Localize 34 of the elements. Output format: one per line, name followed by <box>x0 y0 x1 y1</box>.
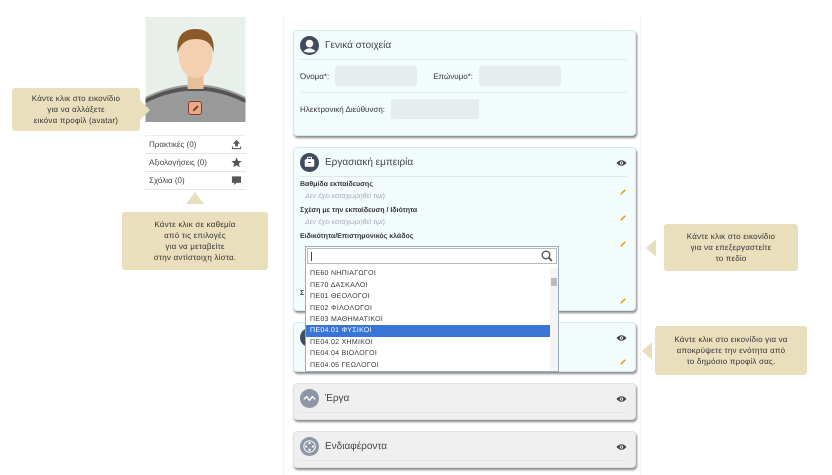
pencil-edit-button[interactable] <box>188 101 202 115</box>
star-icon <box>231 157 242 168</box>
search-field[interactable] <box>307 248 557 264</box>
eye-visibility-icon[interactable] <box>616 334 627 342</box>
tooltip-callout: Κάντε κλικ στο εικονίδιο για να αλλάξετε εικόνα προφίλ (avatar) <box>12 88 140 131</box>
eye-visibility-icon[interactable] <box>616 442 627 450</box>
pencil-edit-icon[interactable] <box>619 214 627 222</box>
section-title: Ενδιαφέροντα <box>325 441 388 452</box>
tooltip-callout: Κάντε κλικ σε καθεμία από τις επιλογές για να μεταβείτε στην αντίστοιχη λίστα. <box>122 212 268 270</box>
upload-icon <box>231 139 242 150</box>
pencil-edit-icon[interactable] <box>619 297 627 305</box>
sidebar-item[interactable]: Πρακτικές (0) <box>145 136 246 154</box>
person-icon <box>300 36 319 55</box>
tooltip-callout: Κάντε κλικ στο εικονίδιο για να επεξεργαστείτε το πεδίο <box>664 224 798 271</box>
pencil-edit-icon[interactable] <box>619 188 627 196</box>
eye-visibility-icon[interactable] <box>616 394 627 402</box>
sidebar-item[interactable]: Αξιολογήσεις (0) <box>145 154 246 172</box>
wave-icon <box>300 389 319 408</box>
pencil-edit-icon[interactable] <box>619 358 627 366</box>
film-reel-icon <box>300 437 319 456</box>
section-title: Γενικά στοιχεία <box>325 40 392 51</box>
comment-icon <box>231 175 242 186</box>
briefcase-icon <box>300 153 319 172</box>
pencil-edit-icon[interactable] <box>619 240 627 248</box>
tooltip-callout: Κάντε κλικ στο εικονίδιο για να αποκρύψετε την ενότητα από το δημόσιο προφίλ σας. <box>655 326 807 375</box>
sidebar-item[interactable]: Σχόλια (0) <box>145 172 246 190</box>
search-icon <box>541 250 553 262</box>
field-label: Ηλεκτρονική Διεύθυνση: <box>300 104 386 114</box>
scrollbar[interactable] <box>550 268 558 371</box>
section-title: Έργα <box>325 393 350 404</box>
field-label: Όνομα*: <box>300 72 330 80</box>
field-label: Επώνυμο*: <box>433 72 473 80</box>
eye-visibility-icon[interactable] <box>616 158 627 166</box>
section-title: Εργασιακή εμπειρία <box>325 157 414 168</box>
